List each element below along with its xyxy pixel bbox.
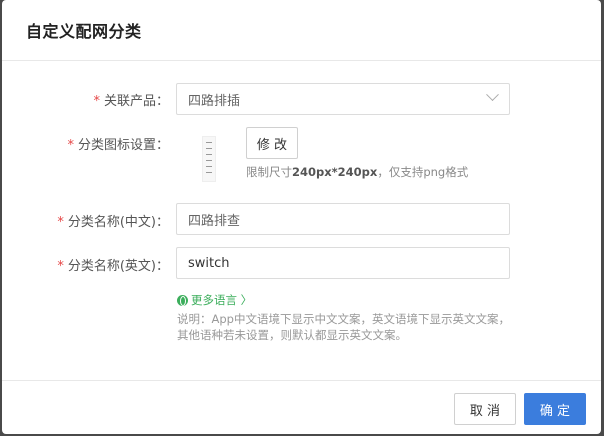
confirm-button[interactable]: 确 定 (524, 393, 586, 425)
name-en-label: * 分类名称(英文)： (57, 255, 169, 274)
icon-size-hint: 限制尺寸240px*240px，仅支持png格式 (246, 164, 468, 180)
more-languages-link[interactable]: 更多语言 〉 (177, 292, 252, 308)
icon-setting-label-text: 分类图标设置： (77, 138, 169, 153)
hint-prefix: 限制尺寸 (246, 165, 292, 179)
hint-size: 240px*240px (292, 165, 378, 179)
name-cn-placeholder: 四路排查 (188, 213, 241, 229)
product-label: * 关联产品： (93, 90, 169, 109)
dialog-header: 自定义配网分类 (2, 0, 601, 61)
name-en-input[interactable]: switch (176, 247, 510, 279)
name-en-value: switch (188, 255, 230, 271)
more-languages-text: 更多语言 〉 (191, 293, 253, 307)
chevron-down-icon (486, 88, 499, 102)
icon-setting-label: * 分类图标设置： (67, 134, 169, 153)
required-mark: * (57, 259, 64, 274)
dialog-title: 自定义配网分类 (26, 22, 142, 41)
globe-icon (177, 294, 188, 306)
category-dialog: 自定义配网分类 * 关联产品： 四路排插 * 分类图标设置： 修 改 限制尺寸240… (2, 0, 601, 434)
cancel-button[interactable]: 取 消 (454, 393, 516, 425)
product-label-text: 关联产品： (103, 94, 169, 109)
name-cn-label: * 分类名称(中文)： (57, 211, 169, 230)
name-cn-label-text: 分类名称(中文)： (67, 215, 169, 230)
category-icon-preview (202, 136, 216, 182)
product-select[interactable]: 四路排插 (176, 83, 510, 115)
modify-icon-button[interactable]: 修 改 (246, 127, 298, 159)
product-select-value: 四路排插 (188, 93, 241, 109)
dialog-footer: 取 消 确 定 (2, 380, 601, 434)
name-en-label-text: 分类名称(英文)： (67, 259, 169, 274)
required-mark: * (67, 138, 74, 153)
required-mark: * (57, 215, 64, 230)
hint-suffix: ，仅支持png格式 (377, 165, 469, 179)
required-mark: * (93, 94, 100, 109)
name-cn-input[interactable]: 四路排查 (176, 203, 510, 235)
language-description: 说明：App中文语境下显示中文文案，英文语境下显示英文文案，其他语种若未设置，则… (177, 312, 510, 342)
